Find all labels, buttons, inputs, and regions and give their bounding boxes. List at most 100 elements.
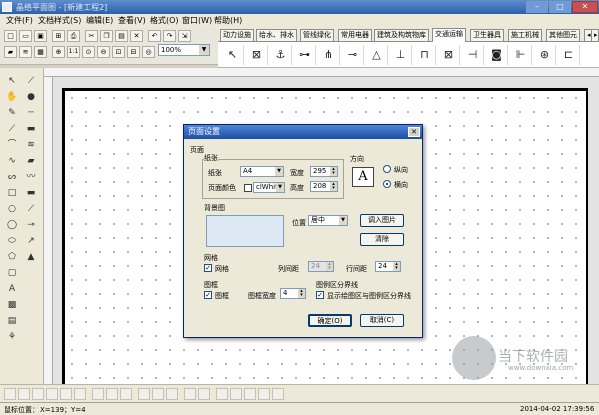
frame-width-input[interactable]: 4 ▴ ▾ [280,288,306,299]
menu-format[interactable]: 格式(O) [150,15,179,26]
symbol-wagon-icon[interactable]: ◙ [486,45,508,65]
col-spacing-spinner-icon[interactable]: ▴ ▾ [326,262,333,271]
export-icon[interactable]: ⇲ [178,30,191,42]
width-input[interactable]: 295 ▴ ▾ [310,166,338,177]
position-select[interactable]: 居中 ▼ [308,215,348,226]
symbol-bracket-icon[interactable]: ⊏ [558,45,580,65]
landscape-radio[interactable] [383,180,391,188]
close-window-button[interactable]: ✕ [572,1,598,13]
align-middle-icon[interactable] [60,388,72,400]
flip-v-icon[interactable] [166,388,178,400]
bar-tool-icon[interactable]: ▲ [24,250,38,264]
row-spacing-input[interactable]: 24 ▴ ▾ [375,261,401,272]
menu-file[interactable]: 文件(F) [6,15,33,26]
undo-icon[interactable]: ↶ [148,30,161,42]
symbol-link-icon[interactable]: ⊸ [342,45,364,65]
menu-doc-style[interactable]: 文档样式(S) [38,15,81,26]
zigzag-tool-icon[interactable]: ≋ [24,138,38,152]
width-spinner-icon[interactable]: ▴ ▾ [330,167,337,176]
tab-buildings[interactable]: 建筑及构筑物库 [374,29,429,41]
menu-view[interactable]: 查看(V) [118,15,146,26]
clear-image-button[interactable]: 清除 [360,233,404,246]
copy-icon[interactable]: ❐ [100,30,113,42]
polygon-tool-icon[interactable]: ⬠ [5,250,19,264]
zoom-fit-icon[interactable]: ⊙ [82,46,95,58]
paper-size-select[interactable]: A4 ▼ [240,166,284,177]
tab-power[interactable]: 动力设施 [220,29,254,41]
cancel-button[interactable]: 取消(C) [360,314,404,327]
save-icon[interactable]: ▣ [34,30,47,42]
import-image-button[interactable]: 调入图片 [360,214,404,227]
table-tool-icon[interactable]: ▤ [5,314,19,328]
folder-icon[interactable]: ▰ [4,46,17,58]
point-tool-icon[interactable]: ● [24,90,38,104]
portrait-radio[interactable] [383,165,391,173]
arc-tool-icon[interactable]: ⌒ [5,138,19,152]
tab-scroll-right-icon[interactable]: ▸ [591,29,599,41]
tab-transport[interactable]: 交通运输 [432,28,466,42]
symbol-triangle-icon[interactable]: △ [366,45,388,65]
dialog-close-icon[interactable]: ✕ [408,127,420,137]
maximize-button[interactable]: □ [549,1,571,13]
symbol-cross-icon[interactable]: ⊠ [438,45,460,65]
zoom-area-icon[interactable]: ◎ [142,46,155,58]
delete-icon[interactable]: ✕ [130,30,143,42]
menu-edit[interactable]: 编辑(E) [86,15,113,26]
height-input[interactable]: 208 ▴ ▾ [310,181,338,192]
symbol-switch-icon[interactable]: ⊩ [510,45,532,65]
zoom-page-icon[interactable]: ⊡ [112,46,125,58]
snap-icon[interactable] [244,388,256,400]
frame-width-spinner-icon[interactable]: ▴ ▾ [298,289,305,298]
symbol-track-icon[interactable]: ⊥ [390,45,412,65]
boundary-checkbox[interactable]: ✓ [316,291,324,299]
preview-icon[interactable]: ⊞ [52,30,65,42]
group-icon[interactable] [120,388,132,400]
bring-front-icon[interactable] [92,388,104,400]
slash-tool-icon[interactable]: ⟋ [24,202,38,216]
wave-tool-icon[interactable]: 〰 [24,170,38,184]
frame-checkbox[interactable]: ✓ [204,291,212,299]
circle-tool-icon[interactable]: ○ [5,202,19,216]
align-top-icon[interactable] [46,388,58,400]
line-tool-icon[interactable]: ⟋ [24,74,38,88]
height-spinner-icon[interactable]: ▴ ▾ [330,182,337,191]
menu-window[interactable]: 窗口(W) [182,15,212,26]
minimize-button[interactable]: – [526,1,548,13]
align-center-icon[interactable] [18,388,30,400]
rectangle-tool-icon[interactable]: □ [5,186,19,200]
image-icon[interactable]: ▦ [34,46,47,58]
lock-icon[interactable] [184,388,196,400]
ellipse-tool-icon[interactable]: ◯ [5,218,19,232]
zoom-out-icon[interactable]: ⊖ [97,46,110,58]
print-icon[interactable]: ⎙ [67,30,80,42]
zoom-select[interactable]: 100% ▼ [158,44,210,56]
symbol-coupler-icon[interactable]: ⊶ [294,45,316,65]
rotate-icon[interactable] [138,388,150,400]
ok-button[interactable]: 确定(O) [308,314,352,327]
flip-h-icon[interactable] [152,388,164,400]
align-bottom-icon[interactable] [74,388,86,400]
cut-icon[interactable]: ✂ [85,30,98,42]
distribute-icon[interactable] [198,388,210,400]
picture-tool-icon[interactable]: ▩ [5,298,19,312]
grid-icon[interactable] [230,388,242,400]
stamp-tool-icon[interactable]: ⚘ [5,330,19,344]
tab-appliances[interactable]: 常用电器 [338,29,372,41]
curve-tool-icon[interactable]: ∿ [5,154,19,168]
tab-other[interactable]: 其他图元 [546,29,580,41]
align-right-icon[interactable] [32,388,44,400]
tab-sanitary[interactable]: 卫生器具 [470,29,504,41]
fill-icon[interactable] [272,388,284,400]
symbol-signal-icon[interactable]: ⊓ [414,45,436,65]
row-spacing-spinner-icon[interactable]: ▴ ▾ [393,262,400,271]
paste-icon[interactable]: ▤ [115,30,128,42]
grid-checkbox[interactable]: ✓ [204,264,212,272]
zoom-width-icon[interactable]: ⊟ [127,46,140,58]
layer-icon[interactable] [258,388,270,400]
align-left-icon[interactable] [4,388,16,400]
layers-icon[interactable]: ≋ [19,46,32,58]
text-tool-icon[interactable]: A [5,282,19,296]
fill-rect-tool-icon[interactable]: ▬ [24,186,38,200]
roundrect-tool-icon[interactable]: ▢ [5,266,19,280]
open-file-icon[interactable]: ▭ [19,30,32,42]
